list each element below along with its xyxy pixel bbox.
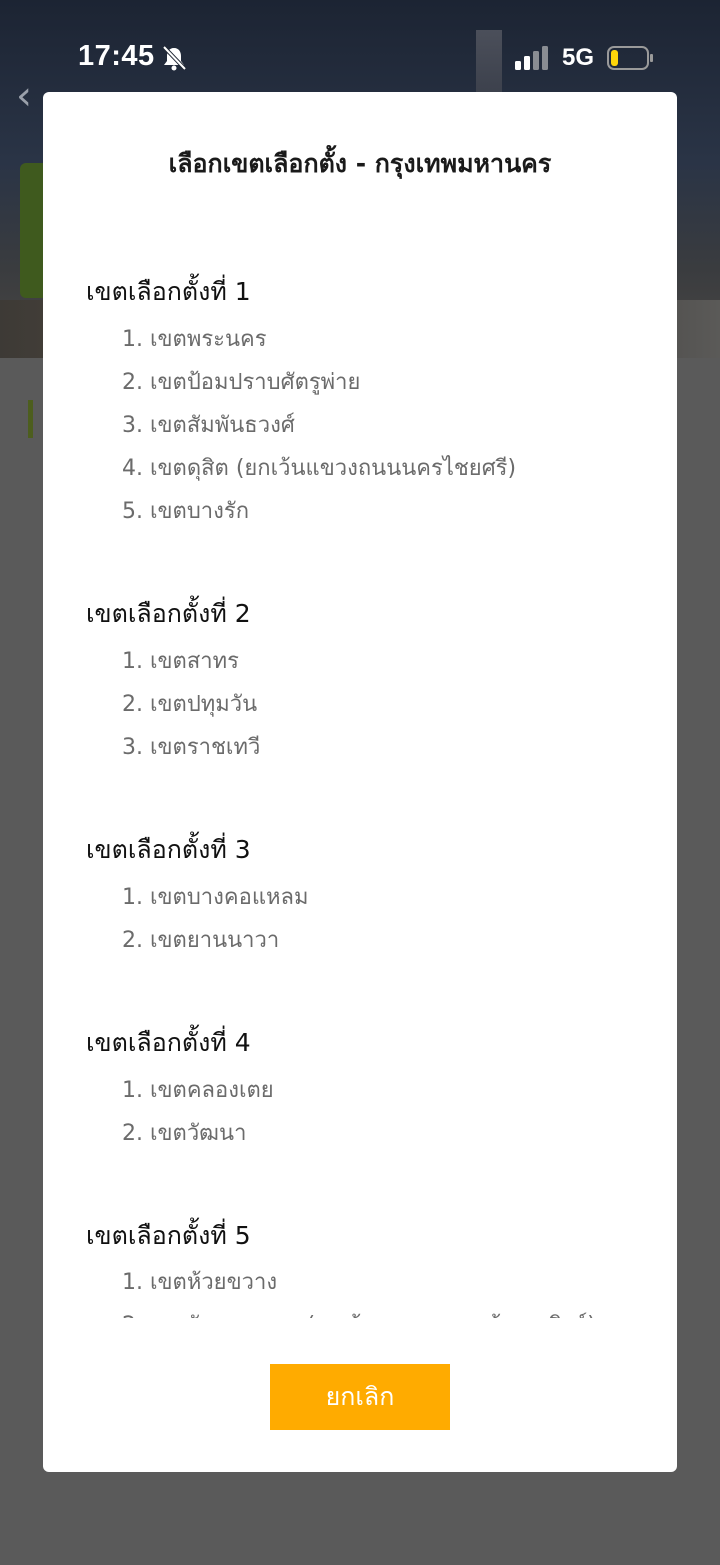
zone-title: เขตเลือกตั้งที่ 5: [86, 1221, 251, 1250]
zone-title: เขตเลือกตั้งที่ 4: [86, 1028, 251, 1057]
background-section-marker: [28, 400, 33, 438]
bell-muted-icon: [162, 45, 187, 71]
district-item: 1. เขตคลองเตย: [122, 1078, 274, 1103]
cancel-button[interactable]: ยกเลิก: [270, 1364, 450, 1430]
district-item: 2. เขตวังทองหลาง (ยกเว้นแขวงคลองเจ้าคุณส…: [122, 1307, 596, 1318]
district-item: 3. เขตราชเทวี: [122, 735, 261, 760]
district-item: 4. เขตดุสิต (ยกเว้นแขวงถนนนครไชยศรี): [122, 456, 517, 481]
district-item: 1. เขตสาทร: [122, 649, 239, 674]
status-time: 17:45: [78, 40, 155, 72]
cellular-signal-icon: [515, 46, 548, 70]
battery-low-icon: [607, 46, 653, 70]
district-item: 2. เขตป้อมปราบศัตรูพ่าย: [122, 370, 361, 395]
zone-title: เขตเลือกตั้งที่ 1: [86, 277, 251, 306]
zone-title: เขตเลือกตั้งที่ 3: [86, 835, 251, 864]
district-item: 2. เขตวัฒนา: [122, 1121, 247, 1146]
district-item: 2. เขตยานนาวา: [122, 928, 280, 953]
district-item: 2. เขตปทุมวัน: [122, 692, 258, 717]
network-type: 5G: [562, 44, 595, 71]
district-item: 3. เขตสัมพันธวงศ์: [122, 413, 295, 438]
district-item: 1. เขตพระนคร: [122, 327, 267, 352]
zone-select-dialog: เลือกเขตเลือกตั้ง - กรุงเทพมหานคร เขตเลื…: [43, 92, 677, 1472]
district-item: 1. เขตห้วยขวาง: [122, 1270, 278, 1295]
district-item: 1. เขตบางคอแหลม: [122, 885, 309, 910]
zone-title: เขตเลือกตั้งที่ 2: [86, 599, 251, 628]
district-item: 5. เขตบางรัก: [122, 499, 250, 524]
dialog-title: เลือกเขตเลือกตั้ง - กรุงเทพมหานคร: [168, 149, 552, 178]
zone-list-scroll[interactable]: เขตเลือกตั้งที่ 1 1. เขตพระนคร 2. เขตป้อ…: [43, 262, 677, 1318]
